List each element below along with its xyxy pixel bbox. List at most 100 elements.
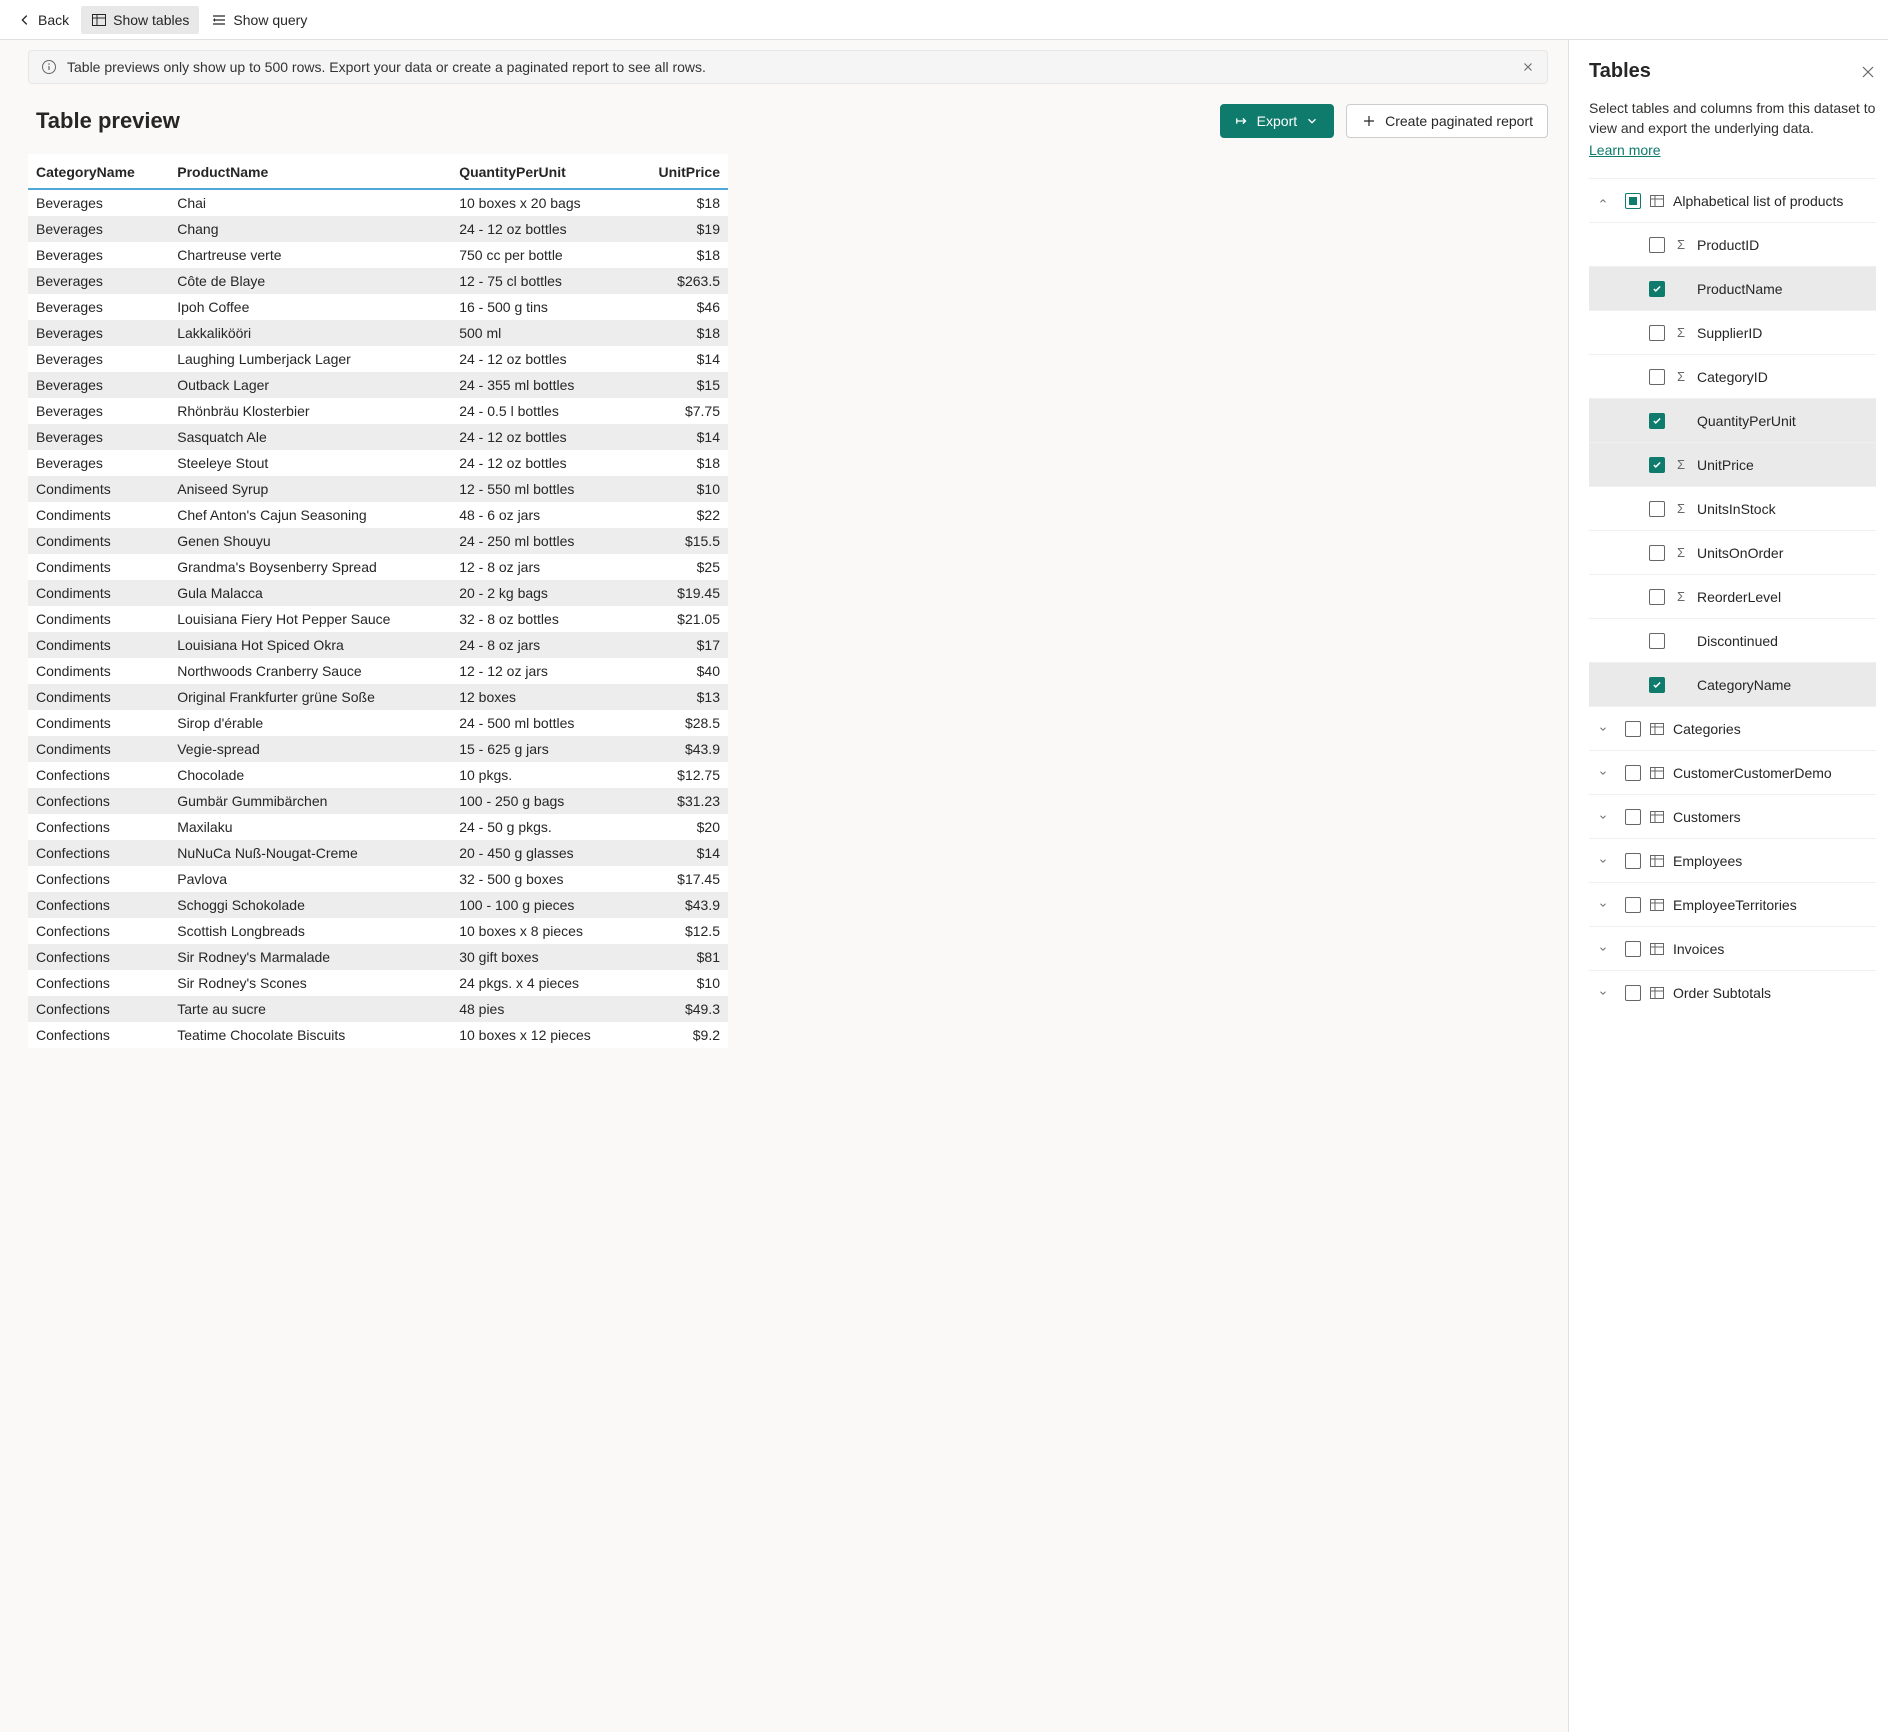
table-row[interactable]: ConfectionsTeatime Chocolate Biscuits10 … xyxy=(28,1022,728,1048)
table-row[interactable]: CondimentsVegie-spread15 - 625 g jars$43… xyxy=(28,736,728,762)
chevron-down-icon[interactable] xyxy=(1589,900,1617,910)
table-row[interactable]: CondimentsGula Malacca20 - 2 kg bags$19.… xyxy=(28,580,728,606)
tree-field-row[interactable]: ΣUnitsOnOrder xyxy=(1589,530,1876,574)
checkbox[interactable] xyxy=(1649,545,1665,561)
tree-field-row[interactable]: ΣUnitPrice xyxy=(1589,442,1876,486)
tree-table-row[interactable]: Categories xyxy=(1589,706,1876,750)
table-row[interactable]: CondimentsLouisiana Hot Spiced Okra24 - … xyxy=(28,632,728,658)
checkbox-checked[interactable] xyxy=(1649,413,1665,429)
back-button[interactable]: Back xyxy=(8,6,79,34)
table-row[interactable]: BeveragesChartreuse verte750 cc per bott… xyxy=(28,242,728,268)
table-row[interactable]: BeveragesChang24 - 12 oz bottles$19 xyxy=(28,216,728,242)
column-header[interactable]: UnitPrice xyxy=(633,154,728,189)
tree-table-row[interactable]: Invoices xyxy=(1589,926,1876,970)
table-row[interactable]: ConfectionsNuNuCa Nuß-Nougat-Creme20 - 4… xyxy=(28,840,728,866)
table-row[interactable]: BeveragesChai10 boxes x 20 bags$18 xyxy=(28,189,728,216)
checkbox-partial[interactable] xyxy=(1625,193,1641,209)
checkbox[interactable] xyxy=(1625,985,1641,1001)
checkbox[interactable] xyxy=(1649,589,1665,605)
table-row[interactable]: ConfectionsPavlova32 - 500 g boxes$17.45 xyxy=(28,866,728,892)
table-row[interactable]: BeveragesRhönbräu Klosterbier24 - 0.5 l … xyxy=(28,398,728,424)
column-header[interactable]: CategoryName xyxy=(28,154,169,189)
tree-table-row[interactable]: Customers xyxy=(1589,794,1876,838)
table-row[interactable]: CondimentsNorthwoods Cranberry Sauce12 -… xyxy=(28,658,728,684)
tree-field-row[interactable]: ΣProductID xyxy=(1589,222,1876,266)
checkbox-checked[interactable] xyxy=(1649,281,1665,297)
checkbox[interactable] xyxy=(1649,633,1665,649)
table-row[interactable]: BeveragesCôte de Blaye12 - 75 cl bottles… xyxy=(28,268,728,294)
close-icon[interactable] xyxy=(1860,64,1876,80)
table-row[interactable]: ConfectionsTarte au sucre48 pies$49.3 xyxy=(28,996,728,1022)
tree-field-row[interactable]: ΣCategoryID xyxy=(1589,354,1876,398)
table-row[interactable]: CondimentsOriginal Frankfurter grüne Soß… xyxy=(28,684,728,710)
table-row[interactable]: ConfectionsMaxilaku24 - 50 g pkgs.$20 xyxy=(28,814,728,840)
chevron-down-icon[interactable] xyxy=(1589,724,1617,734)
table-row[interactable]: BeveragesSasquatch Ale24 - 12 oz bottles… xyxy=(28,424,728,450)
tree-table-row[interactable]: Order Subtotals xyxy=(1589,970,1876,1014)
checkbox[interactable] xyxy=(1625,941,1641,957)
show-query-button[interactable]: Show query xyxy=(201,6,317,34)
table-cell: $7.75 xyxy=(633,398,728,424)
tree-table-row[interactable]: Alphabetical list of products xyxy=(1589,178,1876,222)
table-row[interactable]: BeveragesSteeleye Stout24 - 12 oz bottle… xyxy=(28,450,728,476)
checkbox[interactable] xyxy=(1649,325,1665,341)
tree-field-row[interactable]: Discontinued xyxy=(1589,618,1876,662)
table-row[interactable]: BeveragesOutback Lager24 - 355 ml bottle… xyxy=(28,372,728,398)
close-icon[interactable] xyxy=(1521,60,1535,74)
checkbox[interactable] xyxy=(1625,809,1641,825)
table-row[interactable]: BeveragesIpoh Coffee16 - 500 g tins$46 xyxy=(28,294,728,320)
tree-field-row[interactable]: ΣReorderLevel xyxy=(1589,574,1876,618)
table-row[interactable]: ConfectionsChocolade10 pkgs.$12.75 xyxy=(28,762,728,788)
table-row[interactable]: CondimentsLouisiana Fiery Hot Pepper Sau… xyxy=(28,606,728,632)
column-header[interactable]: ProductName xyxy=(169,154,451,189)
tree-field-row[interactable]: ΣUnitsInStock xyxy=(1589,486,1876,530)
table-row[interactable]: CondimentsGrandma's Boysenberry Spread12… xyxy=(28,554,728,580)
checkbox[interactable] xyxy=(1625,765,1641,781)
table-cell: 48 pies xyxy=(451,996,632,1022)
table-row[interactable]: BeveragesLaughing Lumberjack Lager24 - 1… xyxy=(28,346,728,372)
tree-field-row[interactable]: ΣSupplierID xyxy=(1589,310,1876,354)
table-row[interactable]: ConfectionsScottish Longbreads10 boxes x… xyxy=(28,918,728,944)
table-cell: 10 boxes x 12 pieces xyxy=(451,1022,632,1048)
checkbox[interactable] xyxy=(1625,897,1641,913)
tree-field-row[interactable]: ProductName xyxy=(1589,266,1876,310)
chevron-down-icon[interactable] xyxy=(1589,944,1617,954)
create-report-button[interactable]: Create paginated report xyxy=(1346,104,1548,138)
table-row[interactable]: CondimentsChef Anton's Cajun Seasoning48… xyxy=(28,502,728,528)
table-cell: Condiments xyxy=(28,606,169,632)
checkbox[interactable] xyxy=(1649,369,1665,385)
chevron-up-icon[interactable] xyxy=(1589,196,1617,206)
table-cell: Sir Rodney's Scones xyxy=(169,970,451,996)
show-tables-button[interactable]: Show tables xyxy=(81,6,199,34)
table-row[interactable]: CondimentsAniseed Syrup12 - 550 ml bottl… xyxy=(28,476,728,502)
table-container[interactable]: CategoryNameProductNameQuantityPerUnitUn… xyxy=(28,154,1548,1732)
export-button[interactable]: Export xyxy=(1220,104,1334,138)
column-header[interactable]: QuantityPerUnit xyxy=(451,154,632,189)
table-row[interactable]: CondimentsGenen Shouyu24 - 250 ml bottle… xyxy=(28,528,728,554)
table-cell: Beverages xyxy=(28,450,169,476)
table-row[interactable]: ConfectionsSir Rodney's Marmalade30 gift… xyxy=(28,944,728,970)
learn-more-link[interactable]: Learn more xyxy=(1589,142,1876,158)
checkbox[interactable] xyxy=(1625,721,1641,737)
tree-field-row[interactable]: CategoryName xyxy=(1589,662,1876,706)
checkbox[interactable] xyxy=(1649,501,1665,517)
table-row[interactable]: BeveragesLakkalikööri500 ml$18 xyxy=(28,320,728,346)
checkbox-checked[interactable] xyxy=(1649,677,1665,693)
table-cell: Tarte au sucre xyxy=(169,996,451,1022)
table-row[interactable]: ConfectionsGumbär Gummibärchen100 - 250 … xyxy=(28,788,728,814)
chevron-down-icon[interactable] xyxy=(1589,988,1617,998)
tree-table-row[interactable]: Employees xyxy=(1589,838,1876,882)
chevron-down-icon[interactable] xyxy=(1589,856,1617,866)
chevron-down-icon[interactable] xyxy=(1589,812,1617,822)
tree-field-row[interactable]: QuantityPerUnit xyxy=(1589,398,1876,442)
tree-table-row[interactable]: EmployeeTerritories xyxy=(1589,882,1876,926)
tree-table-row[interactable]: CustomerCustomerDemo xyxy=(1589,750,1876,794)
table-row[interactable]: ConfectionsSchoggi Schokolade100 - 100 g… xyxy=(28,892,728,918)
checkbox[interactable] xyxy=(1649,237,1665,253)
checkbox-checked[interactable] xyxy=(1649,457,1665,473)
table-row[interactable]: ConfectionsSir Rodney's Scones24 pkgs. x… xyxy=(28,970,728,996)
checkbox[interactable] xyxy=(1625,853,1641,869)
table-cell: 20 - 2 kg bags xyxy=(451,580,632,606)
table-row[interactable]: CondimentsSirop d'érable24 - 500 ml bott… xyxy=(28,710,728,736)
chevron-down-icon[interactable] xyxy=(1589,768,1617,778)
